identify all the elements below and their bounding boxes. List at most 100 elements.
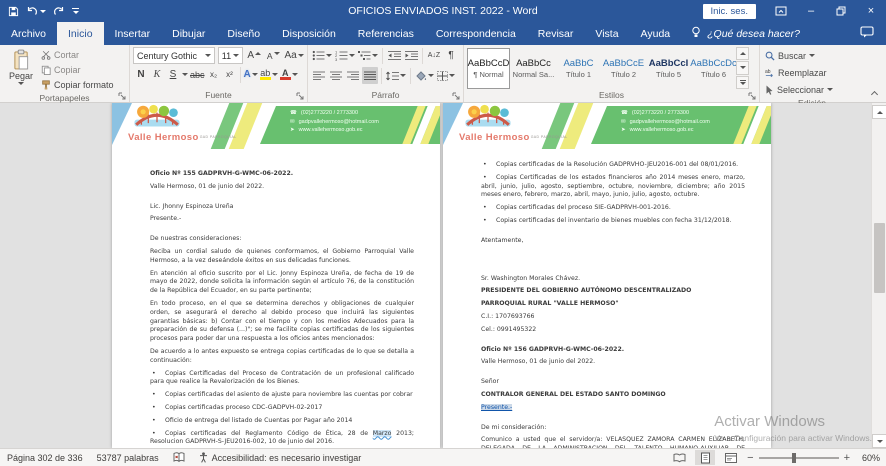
style-item-t-tulo-1[interactable]: AaBbCTítulo 1: [557, 48, 600, 89]
ribbon-tab-dibujar[interactable]: Dibujar: [161, 22, 216, 45]
paragraph[interactable]: PRESIDENTE DEL GOBIERNO AUTÓNOMO DESCENT…: [481, 287, 745, 296]
clipboard-dialog-launcher-icon[interactable]: [118, 92, 127, 101]
print-layout-view-button[interactable]: [695, 450, 715, 465]
paragraph[interactable]: •Copias certificadas proceso CDC-GADPVH-…: [150, 404, 414, 413]
page-body-left[interactable]: Oficio Nº 155 GADPRVH-G-WMC-06-2022.Vall…: [112, 149, 440, 448]
bullets-button[interactable]: [311, 47, 333, 64]
paragraph[interactable]: Presente.-: [150, 215, 414, 224]
highlight-button[interactable]: ab: [259, 66, 279, 83]
font-name-combo[interactable]: Century Gothic: [133, 47, 215, 64]
paragraph[interactable]: Lic. Jhonny Espinoza Ureña: [150, 203, 414, 212]
page-number-indicator[interactable]: Página 302 de 336: [0, 449, 90, 466]
replace-button[interactable]: ab Reemplazar: [763, 65, 861, 80]
copy-button[interactable]: Copiar: [39, 62, 116, 77]
paragraph[interactable]: En todo proceso, en el que se determina …: [150, 300, 414, 344]
ribbon-tab-vista[interactable]: Vista: [584, 22, 629, 45]
ribbon-display-options-icon[interactable]: [766, 0, 796, 22]
accessibility-status[interactable]: Accesibilidad: es necesario investigar: [192, 449, 369, 466]
ribbon-tab-disposición[interactable]: Disposición: [271, 22, 347, 45]
paragraph[interactable]: •Copias Certificadas del Proceso de Cont…: [150, 370, 414, 388]
proofing-status-icon[interactable]: [166, 449, 192, 466]
redo-icon[interactable]: [53, 6, 65, 17]
paragraph[interactable]: De acuerdo a lo antes expuesto se entreg…: [150, 348, 414, 366]
ribbon-tab-insertar[interactable]: Insertar: [104, 22, 162, 45]
minimize-icon[interactable]: –: [796, 0, 826, 22]
style-item-t-tulo-2[interactable]: AaBbCcETítulo 2: [602, 48, 645, 89]
change-case-button[interactable]: Aa: [284, 47, 304, 64]
style-item-t-tulo-5[interactable]: AaBbCcITítulo 5: [647, 48, 690, 89]
find-button[interactable]: Buscar: [763, 48, 861, 63]
page-body-right[interactable]: •Copias certificadas de la Resolución GA…: [443, 149, 771, 448]
document-page-left[interactable]: Valle HermosoGAD PARROQUIAL ☎(02)2773220…: [112, 103, 440, 448]
bold-button[interactable]: N: [133, 66, 149, 83]
cut-button[interactable]: Cortar: [39, 47, 116, 62]
styles-scroll-down-icon[interactable]: [736, 61, 749, 74]
zoom-slider[interactable]: [759, 457, 839, 459]
paragraph[interactable]: •Copias certificadas del asiento de ajus…: [150, 391, 414, 400]
decrease-indent-button[interactable]: [386, 47, 402, 64]
text-effects-button[interactable]: A: [243, 66, 259, 83]
increase-indent-button[interactable]: [403, 47, 419, 64]
shrink-font-button[interactable]: A: [265, 47, 281, 64]
paragraph[interactable]: De mi consideración:: [481, 424, 745, 433]
tell-me-box[interactable]: ¿Qué desea hacer?: [681, 22, 810, 45]
paragraph[interactable]: Valle Hermoso, 01 de junio del 2022.: [481, 358, 745, 367]
paragraph[interactable]: Cel.: 0991495322: [481, 326, 745, 335]
paragraph[interactable]: Comunico a usted que el servidor/a: VELA…: [481, 436, 745, 448]
paragraph[interactable]: •Copias certificadas de la Resolución GA…: [481, 161, 745, 170]
paragraph-dialog-launcher-icon[interactable]: [452, 92, 461, 101]
strikethrough-button[interactable]: abc: [189, 66, 206, 83]
paragraph[interactable]: De nuestras consideraciones:: [150, 235, 414, 244]
spellcheck-marked-word[interactable]: Marzo: [373, 430, 392, 437]
justify-button[interactable]: [362, 67, 378, 84]
ribbon-tab-correspondencia[interactable]: Correspondencia: [425, 22, 527, 45]
line-spacing-button[interactable]: [385, 67, 407, 84]
select-button[interactable]: Seleccionar: [763, 82, 861, 97]
multilevel-list-button[interactable]: [357, 47, 379, 64]
format-painter-button[interactable]: Copiar formato: [39, 77, 116, 92]
scrollbar-thumb[interactable]: [874, 223, 885, 293]
paragraph[interactable]: Oficio Nº 155 GADPRVH-G-WMC-06-2022.: [150, 170, 414, 179]
align-right-button[interactable]: [345, 67, 361, 84]
ribbon-tab-diseño[interactable]: Diseño: [216, 22, 271, 45]
zoom-level[interactable]: 60%: [856, 453, 880, 463]
paragraph[interactable]: Reciba un cordial saludo de quienes conf…: [150, 248, 414, 266]
ribbon-tab-inicio[interactable]: Inicio: [57, 22, 104, 45]
shading-button[interactable]: [414, 67, 435, 84]
zoom-slider-thumb[interactable]: [792, 453, 796, 463]
numbering-button[interactable]: 123: [334, 47, 356, 64]
ribbon-tab-referencias[interactable]: Referencias: [347, 22, 425, 45]
document-page-right[interactable]: Valle HermosoGAD PARROQUIAL ☎(02)2773220…: [443, 103, 771, 448]
vertical-scrollbar[interactable]: [871, 103, 886, 448]
web-layout-view-button[interactable]: [721, 450, 741, 465]
collapse-ribbon-icon[interactable]: [871, 91, 878, 98]
scroll-down-icon[interactable]: [872, 434, 886, 448]
hyperlink-text[interactable]: Presente.-: [481, 404, 512, 411]
paragraph[interactable]: •Oficio de entrega del listado de Cuenta…: [150, 417, 414, 426]
sign-in-button[interactable]: Inic. ses.: [703, 4, 757, 19]
paragraph[interactable]: Atentamente,: [481, 237, 745, 246]
ribbon-tab-archivo[interactable]: Archivo: [0, 22, 57, 45]
styles-scroll-up-icon[interactable]: [736, 47, 749, 60]
paragraph[interactable]: PARROQUIAL RURAL "VALLE HERMOSO": [481, 300, 745, 309]
close-icon[interactable]: ×: [856, 0, 886, 22]
grow-font-button[interactable]: A: [246, 47, 262, 64]
paragraph[interactable]: Oficio Nº 156 GADPRVH-G-WMC-06-2022.: [481, 346, 745, 355]
paragraph[interactable]: •Copias certificadas del Reglamento Códi…: [150, 430, 414, 448]
zoom-out-icon[interactable]: −: [747, 453, 753, 463]
paragraph[interactable]: Señor: [481, 378, 745, 387]
scroll-up-icon[interactable]: [872, 105, 886, 119]
styles-dialog-launcher-icon[interactable]: [748, 92, 757, 101]
font-color-button[interactable]: A: [279, 66, 299, 83]
font-dialog-launcher-icon[interactable]: [296, 92, 305, 101]
customize-qat-icon[interactable]: [72, 8, 79, 15]
paragraph[interactable]: En atención al oficio suscrito por el Li…: [150, 270, 414, 296]
paragraph[interactable]: Presente.-: [481, 404, 745, 413]
ribbon-tab-ayuda[interactable]: Ayuda: [630, 22, 682, 45]
align-left-button[interactable]: [311, 67, 327, 84]
sort-button[interactable]: A↓Z: [426, 47, 442, 64]
restore-icon[interactable]: [826, 0, 856, 22]
paragraph[interactable]: Sr. Washington Morales Chávez.: [481, 275, 745, 284]
paragraph[interactable]: C.I.: 1707693766: [481, 313, 745, 322]
italic-button[interactable]: K: [149, 66, 165, 83]
